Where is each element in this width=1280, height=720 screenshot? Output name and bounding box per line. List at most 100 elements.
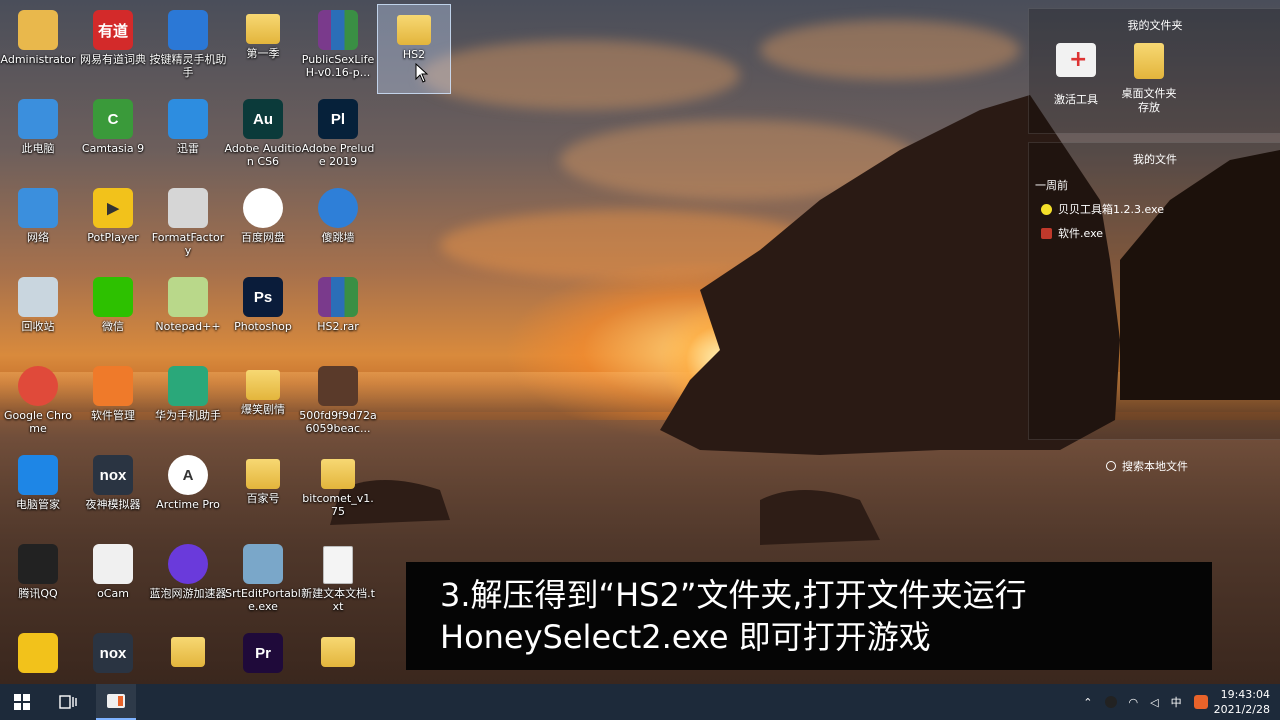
file-item-label: 贝贝工具箱1.2.3.exe	[1058, 203, 1164, 216]
desktop-icon[interactable]: 傻跳墙	[302, 182, 374, 270]
desktop-icon[interactable]: 腾讯QQ	[2, 538, 74, 626]
desktop-icon-label: HS2	[402, 48, 426, 61]
formatfactory-icon	[168, 188, 208, 228]
chevron-up-icon[interactable]: ⌃	[1083, 696, 1092, 709]
notepadpp-icon	[168, 277, 208, 317]
desktop-icon[interactable]: 百家号	[227, 449, 299, 537]
folder-icon	[246, 459, 280, 489]
desktop-icon[interactable]: HS2	[377, 4, 451, 94]
desktop-icon[interactable]: 新建文本文档.txt	[301, 538, 375, 626]
desktop-icon[interactable]: C Camtasia 9	[77, 93, 149, 181]
desktop-icon-label: 网络	[27, 231, 49, 244]
volume-icon[interactable]: ◁	[1150, 696, 1158, 709]
desktop-icon[interactable]: Ps Photoshop	[227, 271, 299, 359]
desktop-icon-label: 夜神模拟器	[85, 498, 141, 511]
accelerator-icon	[168, 544, 208, 584]
desktop-icon-label: 此电脑	[21, 142, 55, 155]
desktop-icon[interactable]: ▶ PotPlayer	[77, 182, 149, 270]
desktop-icon-label: 按键精灵手机助手	[149, 53, 227, 79]
taskbar-app-ocam[interactable]	[96, 684, 136, 720]
camtasia-icon: C	[93, 99, 133, 139]
sogou-icon[interactable]	[1193, 695, 1208, 709]
face-icon	[318, 188, 358, 228]
desktop-icon[interactable]: A Arctime Pro	[152, 449, 224, 537]
file-item-label: 软件.exe	[1058, 227, 1104, 240]
arctime-icon: A	[168, 455, 208, 495]
desktop-icon-label: 微信	[102, 320, 124, 333]
text-file-icon	[323, 546, 353, 584]
search-local-files[interactable]: 搜索本地文件	[1106, 458, 1188, 474]
desktop-icon-label: FormatFactory	[151, 231, 225, 257]
desktop-icon[interactable]: Notepad++	[152, 271, 224, 359]
desktop-icon-label: 第一季	[246, 47, 280, 60]
desktop-icon-label: 傻跳墙	[321, 231, 355, 244]
desktop-icon[interactable]: Google Chrome	[2, 360, 74, 448]
desktop-icon[interactable]: 迅雷	[152, 93, 224, 181]
desktop-icon[interactable]: PublicSexLifeH-v0.16-p...	[302, 4, 374, 92]
task-view-icon	[59, 695, 77, 709]
panel-item-activation-tool[interactable]: 激活工具	[1051, 43, 1101, 107]
desktop-icon[interactable]: 回收站	[2, 271, 74, 359]
desktop-icon[interactable]: FormatFactory	[152, 182, 224, 270]
desktop-icon[interactable]: 电脑管家	[2, 449, 74, 537]
desktop-icon[interactable]: 500fd9f9d72a6059beac...	[299, 360, 377, 448]
rar-icon	[318, 277, 358, 317]
desktop-icon[interactable]: HS2.rar	[302, 271, 374, 359]
ime-indicator[interactable]: 中	[1171, 694, 1182, 710]
recycle-bin-icon	[18, 277, 58, 317]
desktop-icon[interactable]: Pl Adobe Prelude 2019	[302, 93, 374, 181]
network-icon[interactable]: ◠	[1129, 696, 1139, 709]
windows-logo-icon	[14, 694, 30, 710]
network-icon	[18, 188, 58, 228]
desktop-icon[interactable]: 此电脑	[2, 93, 74, 181]
subtitle-line-2: HoneySelect2.exe 即可打开游戏	[440, 618, 931, 656]
desktop-icon[interactable]: 有道 网易有道词典	[77, 4, 149, 92]
desktop-icon[interactable]: 按键精灵手机助手	[149, 4, 227, 92]
app-icon	[18, 633, 58, 673]
clock[interactable]: 19:43:04 2021/2/28	[1214, 687, 1270, 717]
ocam-icon	[107, 694, 125, 708]
desktop-icon-label: Administrator	[0, 53, 76, 66]
my-folders-section: 我的文件夹 激活工具 桌面文件夹存放	[1028, 8, 1280, 134]
desktop-icon[interactable]: Administrator	[0, 4, 76, 92]
baidu-icon	[243, 188, 283, 228]
desktop-icon[interactable]: 百度网盘	[227, 182, 299, 270]
desktop-icon[interactable]: 蓝泡网游加速器	[150, 538, 227, 626]
search-icon	[1106, 461, 1116, 471]
prelude-icon: Pl	[318, 99, 358, 139]
subtitle-line-1: 3.解压得到“HS2”文件夹,打开文件夹运行	[440, 576, 1027, 614]
desktop-icon-label: 软件管理	[91, 409, 135, 422]
tutorial-subtitle: 3.解压得到“HS2”文件夹,打开文件夹运行 HoneySelect2.exe …	[406, 562, 1212, 670]
image-icon	[318, 366, 358, 406]
pc-manager-icon	[18, 455, 58, 495]
potplayer-icon: ▶	[93, 188, 133, 228]
desktop-icon-label: 新建文本文档.txt	[301, 587, 375, 613]
nox-icon: nox	[93, 455, 133, 495]
desktop-icon[interactable]: 软件管理	[77, 360, 149, 448]
file-item-software[interactable]: 软件.exe	[1041, 225, 1103, 241]
desktop-icon-label: Adobe Prelude 2019	[301, 142, 375, 168]
clock-date: 2021/2/28	[1213, 703, 1270, 716]
desktop-icon[interactable]: SrtEditPortable.exe	[225, 538, 301, 626]
desktop-icon[interactable]: oCam	[77, 538, 149, 626]
start-button[interactable]	[0, 684, 44, 720]
huawei-icon	[168, 366, 208, 406]
desktop-icon[interactable]: 网络	[2, 182, 74, 270]
desktop-icon[interactable]: 微信	[77, 271, 149, 359]
desktop-icon[interactable]: Au Adobe Audition CS6	[224, 93, 302, 181]
desktop-icon[interactable]: bitcomet_v1.75	[302, 449, 374, 537]
xunlei-icon	[168, 99, 208, 139]
file-item-beibei[interactable]: 贝贝工具箱1.2.3.exe	[1041, 201, 1164, 217]
panel-item-desktop-folder[interactable]: 桌面文件夹存放	[1121, 43, 1177, 115]
desktop-icon[interactable]: 华为手机助手	[152, 360, 224, 448]
qq-icon	[18, 544, 58, 584]
premiere-icon: Pr	[243, 633, 283, 673]
desktop-icon-label: Adobe Audition CS6	[224, 142, 302, 168]
desktop-icon[interactable]: 第一季	[227, 4, 299, 92]
desktop-icon[interactable]: nox 夜神模拟器	[77, 449, 149, 537]
desktop-icon[interactable]: 爆笑剧情	[227, 360, 299, 448]
desktop-icon-grid: Administrator 有道 网易有道词典 按键精灵手机助手 第一季 PublicSe…	[0, 0, 460, 684]
nox-icon: nox	[93, 633, 133, 673]
qq-tray-icon[interactable]	[1104, 696, 1117, 708]
task-view-button[interactable]	[48, 684, 88, 720]
